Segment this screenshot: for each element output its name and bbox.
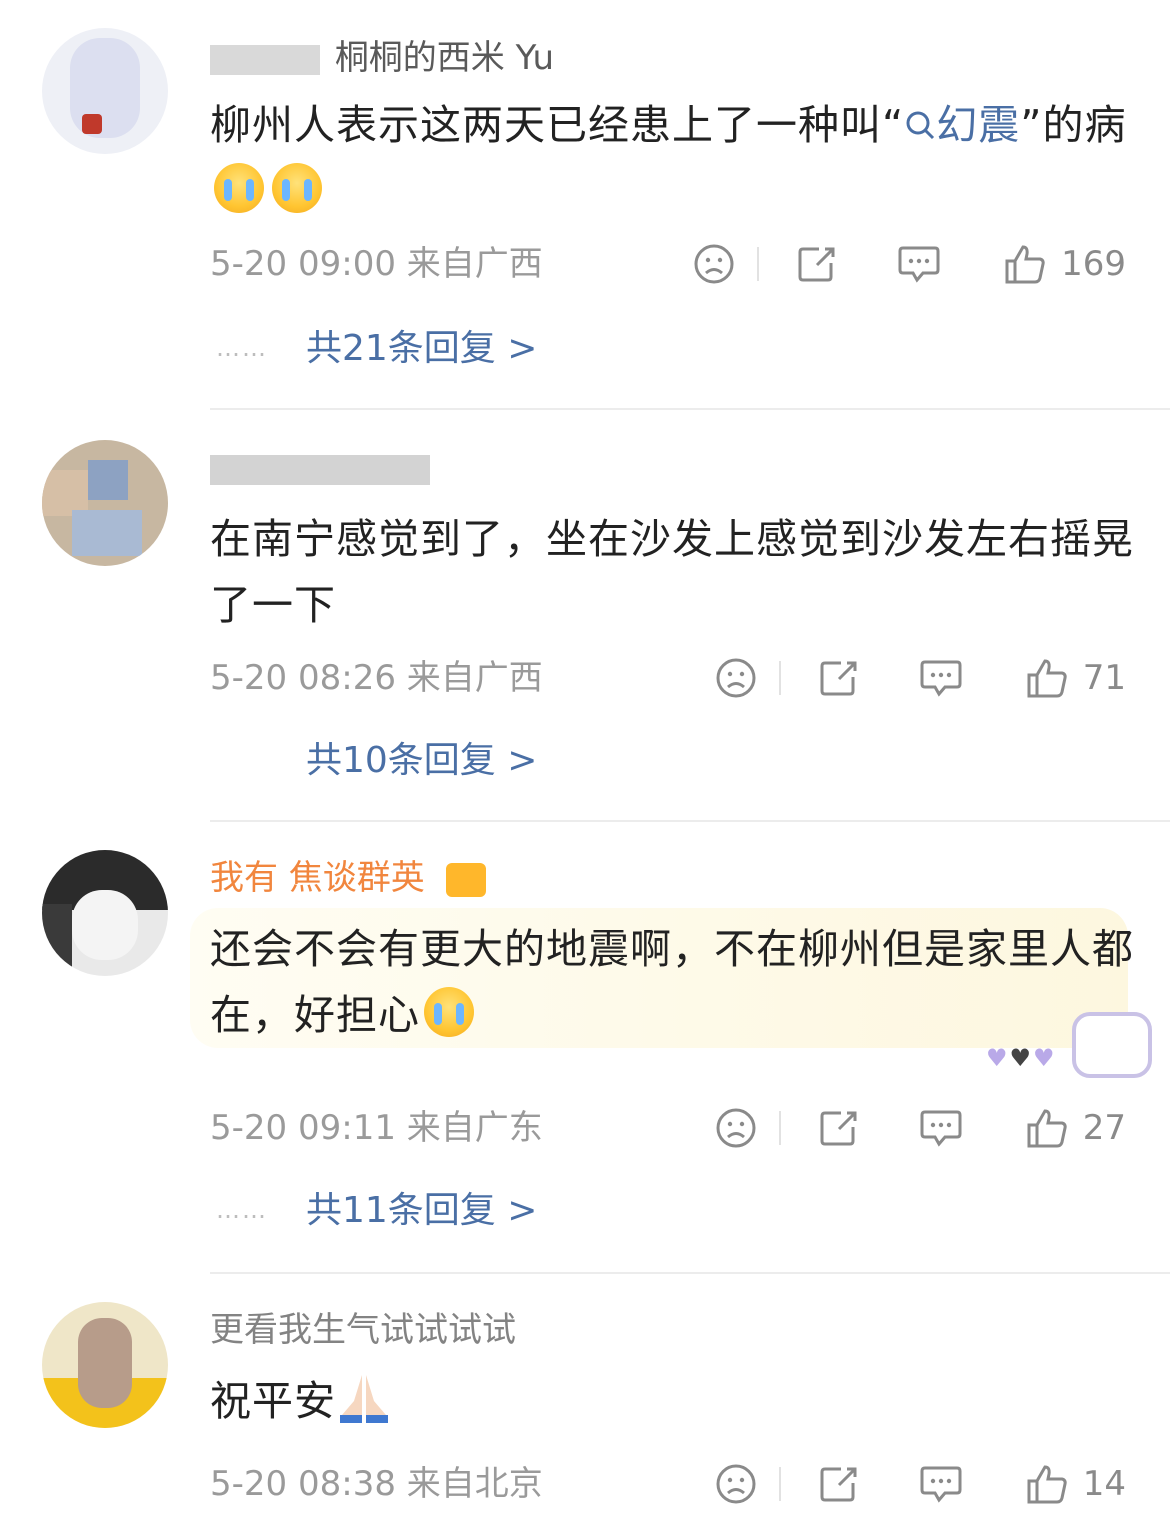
avatar[interactable] bbox=[42, 850, 168, 976]
share-icon bbox=[798, 247, 835, 282]
like-button[interactable]: 14 bbox=[1025, 1463, 1126, 1505]
dislike-button[interactable] bbox=[715, 1463, 757, 1505]
share-button[interactable] bbox=[817, 1463, 859, 1505]
like-button[interactable]: 169 bbox=[1003, 243, 1126, 285]
sad-face-icon bbox=[716, 658, 756, 698]
share-icon bbox=[820, 1467, 857, 1502]
blurred-name bbox=[210, 454, 430, 485]
praying-hands-emoji bbox=[336, 1371, 392, 1423]
avatar[interactable] bbox=[42, 28, 168, 154]
blurred-name bbox=[210, 44, 320, 75]
comment-meta: 5-20 09:00 来自广西 bbox=[210, 244, 543, 284]
comment-text: 还会不会有更大的地震啊，不在柳州但是家里人都在，好担心 bbox=[210, 925, 1134, 1039]
comment-icon bbox=[920, 1466, 962, 1503]
username[interactable]: 更看我生气试试试试 bbox=[210, 1308, 516, 1352]
divider bbox=[778, 1467, 781, 1501]
divider bbox=[757, 247, 760, 281]
divider bbox=[210, 408, 1170, 410]
thumbs-up-icon bbox=[1005, 245, 1045, 284]
thumbs-up-icon bbox=[1027, 1465, 1067, 1504]
divider bbox=[210, 1272, 1170, 1274]
view-replies-link[interactable]: 共10条回复 > bbox=[306, 738, 537, 784]
search-icon bbox=[906, 111, 935, 140]
comment-actions: 27 bbox=[715, 1106, 1126, 1150]
dislike-button[interactable] bbox=[715, 657, 757, 699]
hearts-decoration: ♥♥♥ bbox=[986, 1044, 1057, 1072]
like-count: 27 bbox=[1082, 1108, 1126, 1148]
like-count: 169 bbox=[1061, 244, 1126, 284]
comment-icon bbox=[920, 1110, 962, 1147]
comment-text: 在南宁感觉到了，坐在沙发上感觉到沙发左右摇晃了一下 bbox=[210, 515, 1134, 629]
divider bbox=[210, 820, 1170, 822]
comment-actions: 169 bbox=[693, 242, 1126, 286]
comment-button[interactable] bbox=[897, 243, 941, 285]
topic-link[interactable]: 幻震 bbox=[904, 101, 1020, 149]
sad-face-icon bbox=[716, 1464, 756, 1504]
like-button[interactable]: 71 bbox=[1025, 657, 1126, 699]
view-replies-link[interactable]: 共11条回复 > bbox=[306, 1188, 537, 1234]
comment-meta: 5-20 08:38 来自北京 bbox=[210, 1464, 543, 1504]
crying-face-emoji bbox=[272, 163, 322, 213]
like-count: 14 bbox=[1082, 1464, 1126, 1504]
comment-actions: 71 bbox=[715, 656, 1126, 700]
share-button[interactable] bbox=[817, 1107, 859, 1149]
sad-face-icon bbox=[694, 244, 734, 284]
dislike-button[interactable] bbox=[693, 243, 735, 285]
comment-meta: 5-20 08:26 来自广西 bbox=[210, 658, 543, 698]
username-vip[interactable]: 我有 焦谈群英 bbox=[210, 856, 486, 900]
sad-face-icon bbox=[716, 1108, 756, 1148]
bunny-sticker-icon bbox=[1072, 1012, 1152, 1078]
dislike-button[interactable] bbox=[715, 1107, 757, 1149]
comment-button[interactable] bbox=[919, 1463, 963, 1505]
reply-dots: …… bbox=[216, 1196, 268, 1224]
divider bbox=[778, 1111, 781, 1145]
comment-icon bbox=[898, 246, 940, 283]
comment-text: 祝平安 bbox=[210, 1368, 1140, 1434]
like-count: 71 bbox=[1082, 658, 1126, 698]
view-replies-link[interactable]: 共21条回复 > bbox=[306, 326, 537, 372]
vip-badge-icon bbox=[445, 862, 486, 897]
crying-face-emoji bbox=[214, 163, 264, 213]
comment-button[interactable] bbox=[919, 657, 963, 699]
share-button[interactable] bbox=[795, 243, 837, 285]
username[interactable] bbox=[210, 446, 434, 490]
comment-icon bbox=[920, 660, 962, 697]
share-icon bbox=[820, 1111, 857, 1146]
comment-meta: 5-20 09:11 来自广东 bbox=[210, 1108, 543, 1148]
comment-text: 柳州人表示这两天已经患上了一种叫“ 幻震”的病 bbox=[210, 92, 1140, 224]
reply-dots: …… bbox=[216, 334, 268, 362]
like-button[interactable]: 27 bbox=[1025, 1107, 1126, 1149]
share-button[interactable] bbox=[817, 657, 859, 699]
crying-face-emoji bbox=[424, 987, 474, 1037]
avatar[interactable] bbox=[42, 1302, 168, 1428]
comment-button[interactable] bbox=[919, 1107, 963, 1149]
avatar[interactable] bbox=[42, 440, 168, 566]
username[interactable]: 桐桐的西米 Yu bbox=[210, 36, 554, 80]
thumbs-up-icon bbox=[1027, 1109, 1067, 1148]
share-icon bbox=[820, 661, 857, 696]
thumbs-up-icon bbox=[1027, 659, 1067, 698]
divider bbox=[778, 661, 781, 695]
comment-actions: 14 bbox=[715, 1462, 1126, 1506]
